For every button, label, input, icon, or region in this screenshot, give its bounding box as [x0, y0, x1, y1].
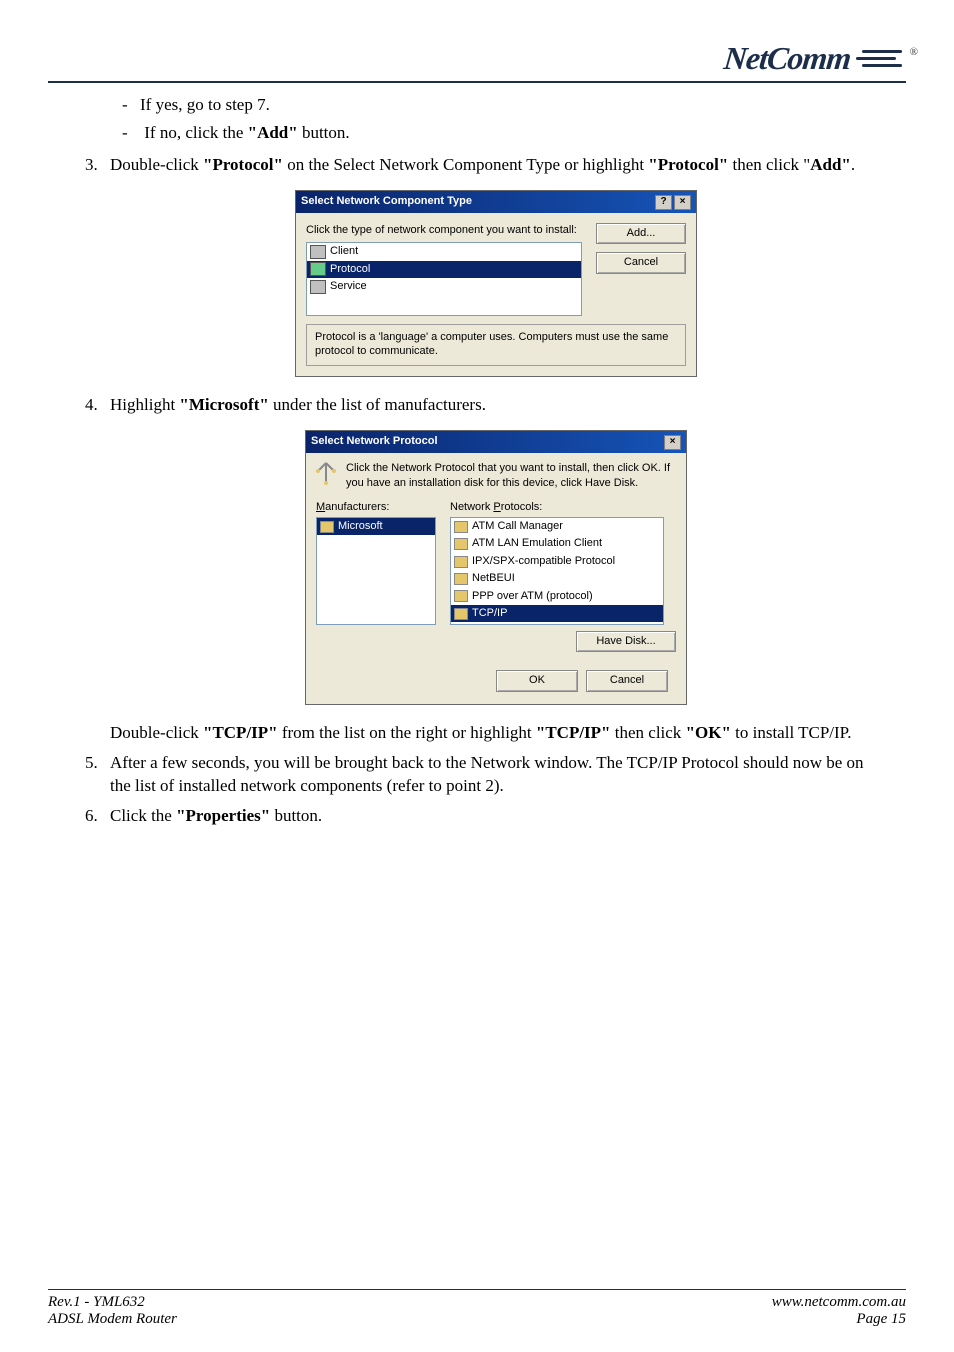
- step-4: Highlight "Microsoft" under the list of …: [102, 393, 882, 745]
- list-item[interactable]: NetBEUI: [451, 570, 663, 587]
- page-body: If yes, go to step 7. If no, click the "…: [48, 93, 906, 828]
- brand-logo-text: NetComm: [722, 40, 852, 77]
- dialog-titlebar: Select Network Protocol ×: [306, 431, 686, 452]
- footer-rule: [48, 1289, 906, 1290]
- list-item[interactable]: IPX/SPX-compatible Protocol: [451, 553, 663, 570]
- step-4-followup: Double-click "TCP/IP" from the list on t…: [110, 721, 882, 745]
- protocol-icon: [314, 461, 338, 485]
- cancel-button[interactable]: Cancel: [586, 670, 668, 691]
- manufacturers-list[interactable]: Microsoft: [316, 517, 436, 625]
- dialog-title-text: Select Network Component Type: [301, 194, 472, 209]
- list-item[interactable]: ATM Call Manager: [451, 518, 663, 535]
- dialog-prompt: Click the Network Protocol that you want…: [346, 461, 678, 492]
- component-type-list[interactable]: Client Protocol Service: [306, 242, 582, 316]
- page-header: NetComm ®: [48, 40, 906, 77]
- footer-product: ADSL Modem Router: [48, 1311, 177, 1328]
- brand-logo: NetComm ®: [724, 40, 906, 77]
- page-footer: Rev.1 - YML632 ADSL Modem Router www.net…: [48, 1289, 906, 1328]
- brand-logo-mark: ®: [856, 46, 906, 72]
- dialog-description: Protocol is a 'language' a computer uses…: [306, 324, 686, 366]
- list-item[interactable]: Microsoft: [317, 518, 435, 535]
- dialog-prompt: Click the type of network component you …: [306, 223, 582, 238]
- dialog-select-component-type: Select Network Component Type ? × Click …: [295, 190, 697, 376]
- manufacturers-label: Manufacturers:: [316, 500, 436, 515]
- have-disk-button[interactable]: Have Disk...: [576, 631, 676, 652]
- list-item[interactable]: Protocol: [307, 261, 581, 278]
- footer-page: Page 15: [772, 1311, 906, 1328]
- list-item[interactable]: Service: [307, 278, 581, 295]
- close-icon[interactable]: ×: [674, 195, 691, 210]
- close-icon[interactable]: ×: [664, 435, 681, 450]
- list-item[interactable]: Client: [307, 243, 581, 260]
- list-item[interactable]: ATM LAN Emulation Client: [451, 535, 663, 552]
- list-item[interactable]: TCP/IP: [451, 605, 663, 622]
- protocols-label: Network Protocols:: [450, 500, 664, 515]
- list-item[interactable]: PPP over ATM (protocol): [451, 588, 663, 605]
- step-6: Click the "Properties" button.: [102, 804, 882, 828]
- add-button[interactable]: Add...: [596, 223, 686, 244]
- footer-url: www.netcomm.com.au: [772, 1294, 906, 1311]
- sub-bullet: If no, click the "Add" button.: [128, 121, 882, 145]
- ok-button[interactable]: OK: [496, 670, 578, 691]
- dialog-titlebar: Select Network Component Type ? ×: [296, 191, 696, 212]
- dialog-select-network-protocol: Select Network Protocol × Click the Netw…: [305, 430, 687, 704]
- sub-bullet: If yes, go to step 7.: [128, 93, 882, 117]
- help-icon[interactable]: ?: [655, 195, 672, 210]
- footer-rev: Rev.1 - YML632: [48, 1294, 177, 1311]
- cancel-button[interactable]: Cancel: [596, 252, 686, 273]
- dialog-title-text: Select Network Protocol: [311, 434, 438, 449]
- header-rule: [48, 81, 906, 83]
- protocols-list[interactable]: ATM Call Manager ATM LAN Emulation Clien…: [450, 517, 664, 625]
- step-3: Double-click "Protocol" on the Select Ne…: [102, 153, 882, 377]
- step-5: After a few seconds, you will be brought…: [102, 751, 882, 799]
